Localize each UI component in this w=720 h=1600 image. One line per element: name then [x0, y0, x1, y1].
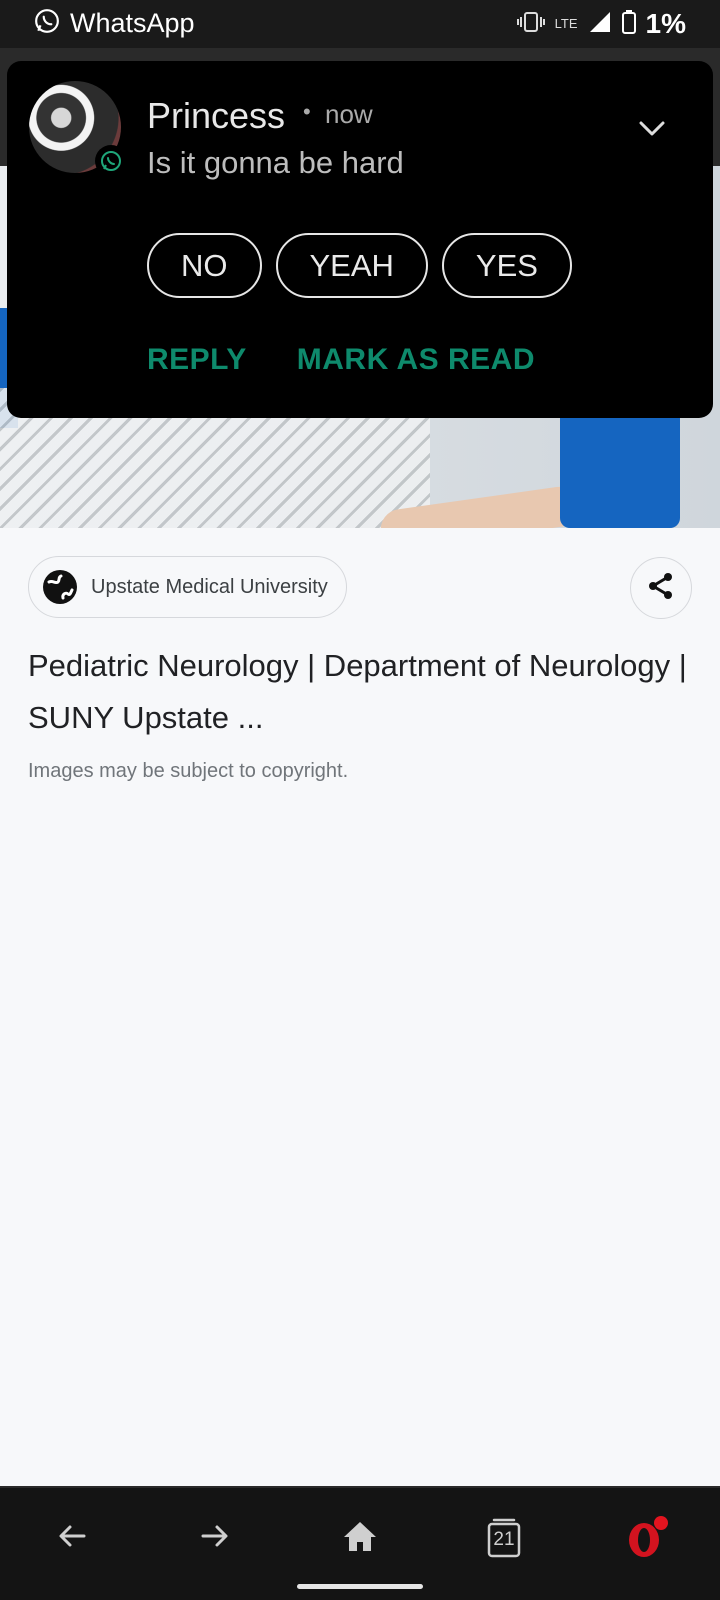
- chevron-down-icon[interactable]: [637, 113, 667, 143]
- browser-bottom-nav: 21: [0, 1486, 720, 1600]
- battery-percent: 1%: [645, 8, 686, 39]
- quick-reply-no[interactable]: NO: [147, 233, 262, 298]
- mark-as-read-button[interactable]: MARK AS READ: [297, 343, 535, 377]
- signal-icon: [588, 10, 612, 39]
- quick-replies: NO YEAH YES: [147, 233, 572, 298]
- gesture-bar[interactable]: [297, 1584, 423, 1589]
- result-title[interactable]: Pediatric Neurology | Department of Neur…: [28, 640, 698, 744]
- tabs-button[interactable]: 21: [476, 1510, 532, 1566]
- whatsapp-notification[interactable]: Princess • now Is it gonna be hard NO YE…: [7, 61, 713, 418]
- status-app-name: WhatsApp: [70, 8, 195, 38]
- vibrate-icon: [516, 10, 545, 39]
- image-person: [560, 408, 680, 528]
- whatsapp-icon: [34, 8, 60, 39]
- globe-icon: [41, 568, 79, 606]
- home-button[interactable]: [332, 1510, 388, 1566]
- tabs-icon: 21: [487, 1518, 521, 1558]
- notification-time: now: [325, 99, 373, 129]
- notification-app-indicator: WhatsApp: [34, 8, 195, 39]
- status-icons: LTE 1%: [516, 8, 686, 40]
- sender-name: Princess: [147, 95, 286, 136]
- source-name: Upstate Medical University: [91, 575, 328, 598]
- reply-button[interactable]: REPLY: [147, 343, 247, 377]
- message-preview: Is it gonna be hard: [147, 145, 404, 180]
- source-chip[interactable]: Upstate Medical University: [28, 556, 347, 618]
- screen: WhatsApp LTE 1% Princess • now Is it gon…: [0, 0, 720, 1600]
- share-icon: [646, 571, 676, 606]
- status-bar: WhatsApp LTE 1%: [0, 0, 720, 48]
- whatsapp-badge-icon: [95, 145, 127, 177]
- network-type: LTE: [554, 16, 578, 31]
- notification-actions: REPLY MARK AS READ: [147, 343, 535, 377]
- quick-reply-yes[interactable]: YES: [441, 233, 572, 298]
- separator-dot: •: [303, 99, 311, 124]
- opera-icon: [626, 1516, 670, 1560]
- copyright-note: Images may be subject to copyright.: [28, 760, 349, 782]
- home-icon: [343, 1520, 377, 1557]
- opera-menu-button[interactable]: [620, 1510, 676, 1566]
- battery-icon: [621, 9, 636, 39]
- quick-reply-yeah[interactable]: YEAH: [275, 233, 428, 298]
- back-arrow-icon: [56, 1520, 88, 1557]
- back-button[interactable]: [44, 1510, 100, 1566]
- tabs-count: 21: [493, 1529, 515, 1550]
- share-button[interactable]: [630, 557, 692, 619]
- forward-arrow-icon: [199, 1520, 231, 1557]
- forward-button[interactable]: [187, 1510, 243, 1566]
